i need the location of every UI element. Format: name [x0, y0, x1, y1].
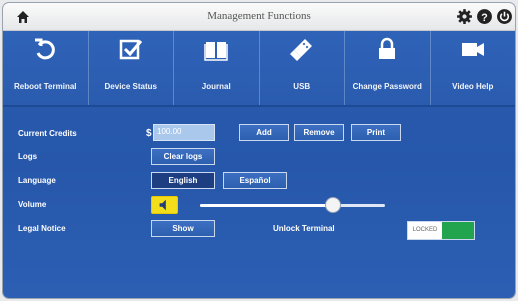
- change-password-button[interactable]: Change Password: [345, 31, 431, 105]
- volume-slider-thumb[interactable]: [325, 197, 342, 213]
- legal-notice-label: Legal Notice: [18, 224, 66, 233]
- current-credits-label: Current Credits: [18, 129, 77, 138]
- usb-icon: [289, 39, 312, 61]
- logs-label: Logs: [18, 152, 38, 161]
- page-title: Management Functions: [207, 10, 311, 22]
- language-option-espanol[interactable]: Español: [223, 172, 287, 189]
- language-label: Language: [18, 176, 56, 185]
- title-bar: Management Functions ?: [3, 3, 515, 31]
- svg-text:?: ?: [481, 12, 487, 24]
- clear-logs-button[interactable]: Clear logs: [151, 148, 215, 165]
- show-legal-notice-button[interactable]: Show: [151, 220, 215, 237]
- toolbar-item-label: Change Password: [352, 82, 422, 91]
- toolbar-item-label: Journal: [201, 82, 231, 91]
- language-option-english[interactable]: English: [151, 172, 215, 189]
- volume-slider-fill: [200, 204, 334, 207]
- toolbar-item-label: USB: [293, 82, 311, 91]
- management-window: Management Functions ? Reboot Terminal D…: [3, 3, 515, 298]
- usb-button[interactable]: USB: [260, 31, 345, 105]
- unlock-terminal-toggle[interactable]: LOCKED: [407, 221, 475, 240]
- remove-credits-button[interactable]: Remove: [294, 124, 344, 141]
- power-icon[interactable]: [496, 8, 513, 25]
- video-help-button[interactable]: Video Help: [431, 31, 516, 105]
- device-status-button[interactable]: Device Status: [89, 31, 174, 105]
- video-icon: [461, 43, 484, 56]
- toggle-on-side: [442, 222, 474, 239]
- checkbox-icon: [119, 39, 142, 60]
- toggle-off-side: LOCKED: [408, 222, 442, 239]
- settings-icon[interactable]: [456, 8, 473, 25]
- credits-input[interactable]: 100.00: [153, 124, 215, 141]
- speaker-icon: [159, 199, 166, 211]
- help-icon[interactable]: ?: [476, 8, 493, 25]
- volume-mute-button[interactable]: [151, 196, 178, 214]
- lock-icon: [379, 37, 396, 59]
- reboot-icon: [35, 38, 56, 60]
- book-icon: [204, 42, 228, 61]
- volume-label: Volume: [18, 200, 47, 209]
- unlock-terminal-label: Unlock Terminal: [273, 224, 335, 233]
- toolbar-item-label: Video Help: [452, 82, 494, 91]
- journal-button[interactable]: Journal: [174, 31, 260, 105]
- currency-symbol: $: [146, 128, 152, 139]
- reboot-terminal-button[interactable]: Reboot Terminal: [3, 31, 89, 105]
- add-credits-button[interactable]: Add: [239, 124, 289, 141]
- print-credits-button[interactable]: Print: [351, 124, 401, 141]
- toolbar-item-label: Reboot Terminal: [13, 82, 77, 91]
- toolbar: Reboot Terminal Device Status Journal US…: [3, 31, 515, 107]
- toolbar-item-label: Device Status: [104, 82, 157, 91]
